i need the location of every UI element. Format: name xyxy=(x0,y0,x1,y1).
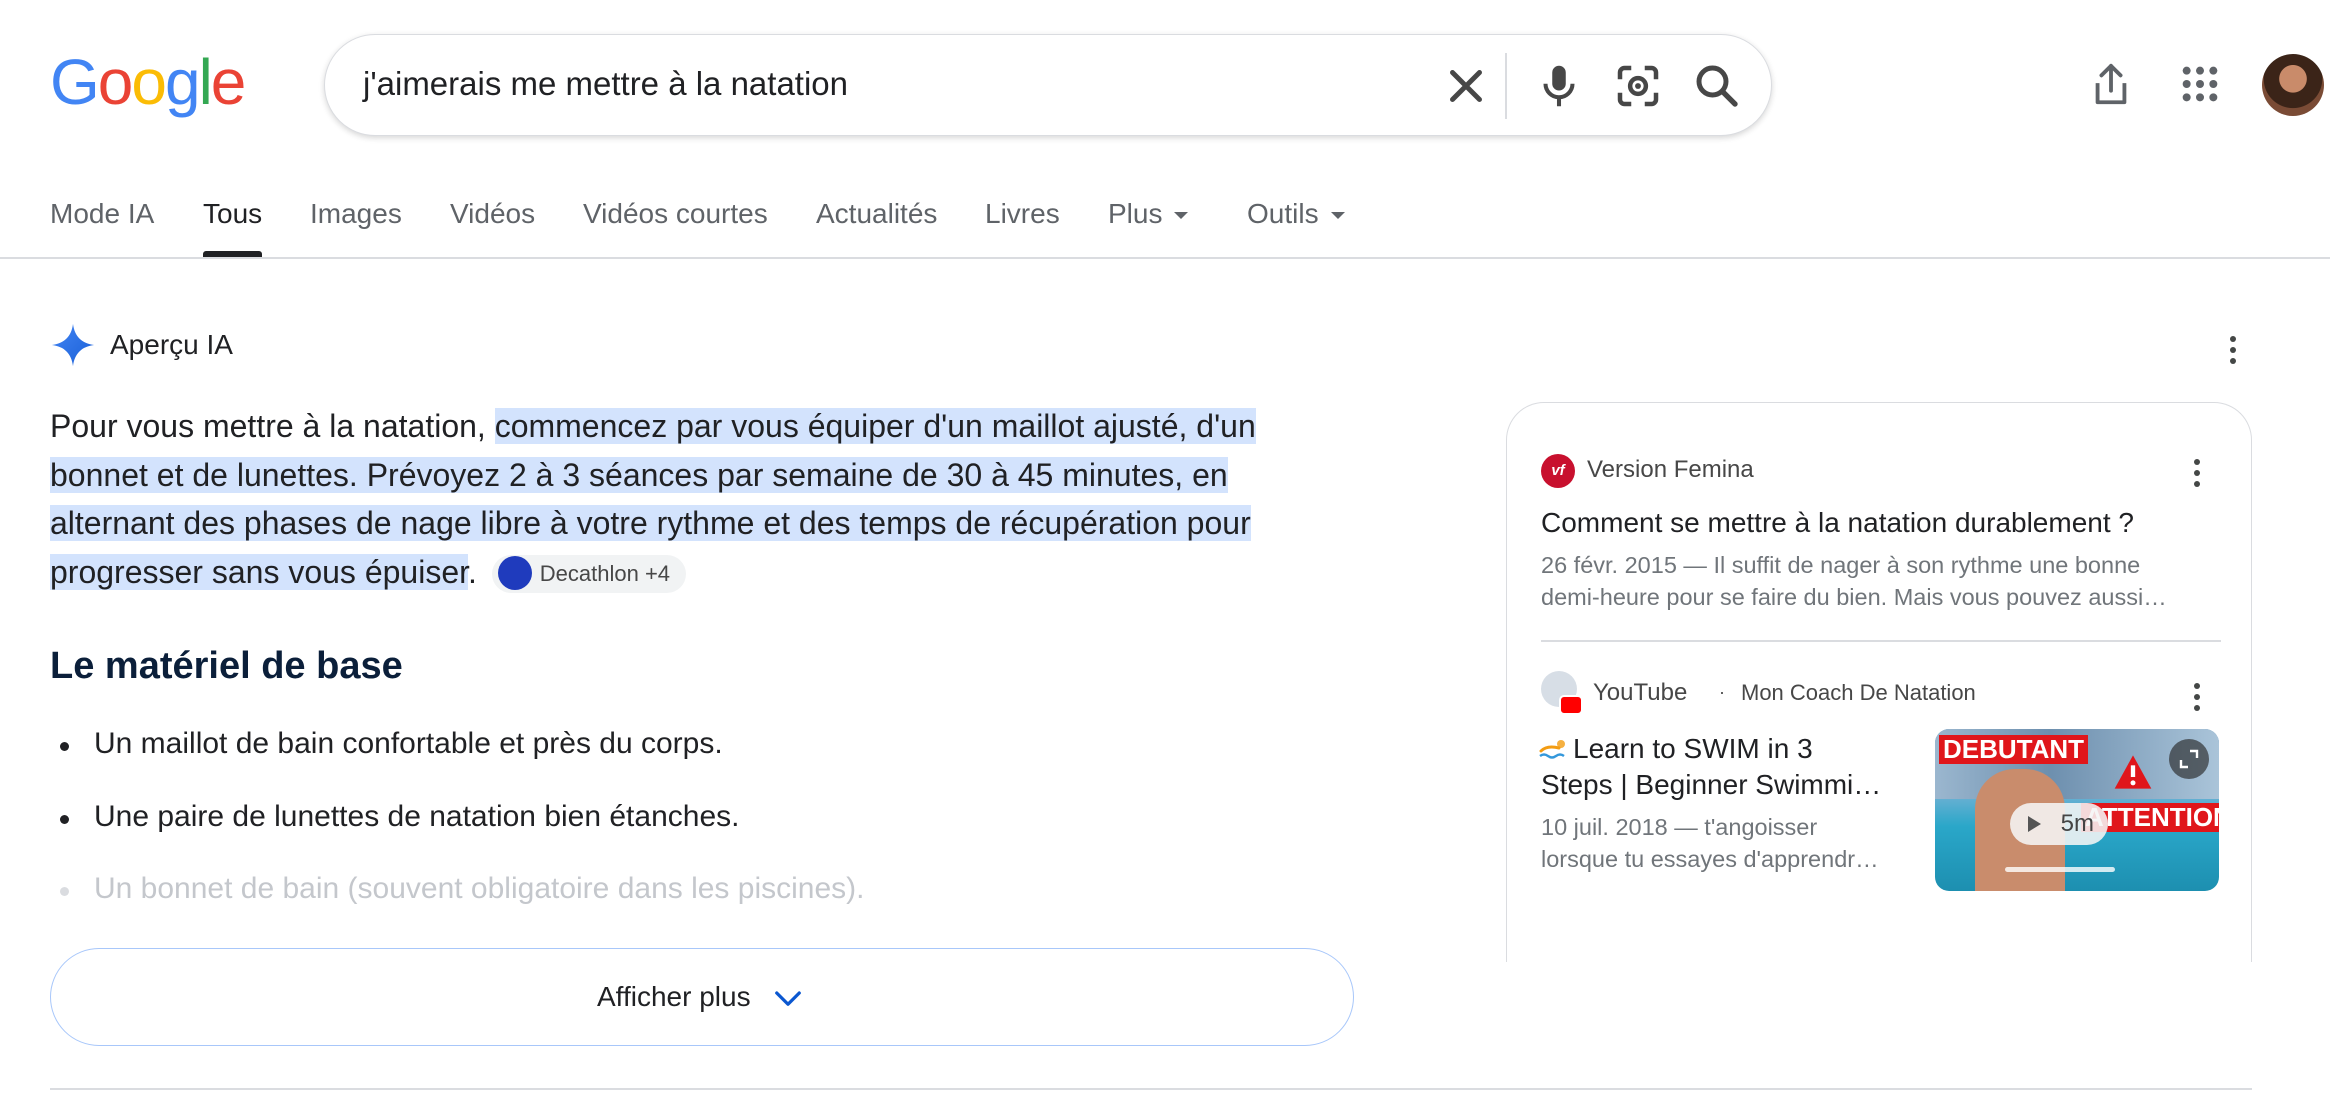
intro-plain: Pour vous mettre à la natation, xyxy=(50,408,495,444)
intro-highlight: commencez par vous équiper d'un maillot … xyxy=(494,408,1256,444)
play-icon xyxy=(2028,816,2041,832)
tab-actualites[interactable]: Actualités xyxy=(816,198,937,230)
source-site-name[interactable]: Version Femina xyxy=(1587,456,1754,484)
chevron-down-icon xyxy=(775,991,801,1006)
list-item: Un bonnet de bain (souvent obligatoire d… xyxy=(59,872,865,905)
intro-end: . xyxy=(468,553,477,590)
ai-overview-text: Pour vous mettre à la natation, commence… xyxy=(50,402,1340,596)
search-box[interactable]: j'aimerais me mettre à la natation xyxy=(324,34,1772,136)
warning-icon xyxy=(2114,755,2152,789)
tabs-divider xyxy=(0,257,2330,259)
source-snippet: 26 févr. 2015 — Il suffit de nager à son… xyxy=(1541,552,2141,578)
avatar[interactable] xyxy=(2262,54,2324,116)
tab-videos[interactable]: Vidéos xyxy=(450,198,535,230)
tab-livres[interactable]: Livres xyxy=(985,198,1060,230)
chevron-down-icon xyxy=(1330,212,1345,220)
expand-icon[interactable] xyxy=(2169,739,2209,779)
separator-dot: · xyxy=(1719,682,1725,702)
more-options-icon[interactable] xyxy=(2230,336,2236,369)
tab-plus[interactable]: Plus xyxy=(1108,198,1189,230)
decathlon-icon xyxy=(497,555,532,590)
intro-highlight: progresser sans vous épuiser xyxy=(50,553,468,590)
search-icon[interactable] xyxy=(1690,59,1744,113)
video-title-line[interactable]: Learn to SWIM in 3 xyxy=(1573,733,1813,765)
sparkle-icon xyxy=(51,323,95,367)
source-channel-name[interactable]: Mon Coach De Natation xyxy=(1741,680,1976,706)
sources-panel: vf Version Femina Comment se mettre à la… xyxy=(1506,402,2252,962)
search-input[interactable]: j'aimerais me mettre à la natation xyxy=(363,65,848,103)
intro-highlight: alternant des phases de nage libre à vot… xyxy=(50,505,1251,541)
video-thumbnail[interactable]: DEBUTANT ATTENTION 5m xyxy=(1935,729,2219,891)
duration-label: 5m xyxy=(2060,810,2094,837)
show-more-button[interactable]: Afficher plus xyxy=(50,948,1354,1046)
microphone-icon[interactable] xyxy=(1532,59,1586,113)
tab-outils-label: Outils xyxy=(1247,198,1319,229)
source-title[interactable]: Comment se mettre à la natation durablem… xyxy=(1541,507,2134,539)
progress-bar xyxy=(2005,867,2115,872)
thumbnail-label-top: DEBUTANT xyxy=(1939,735,2089,764)
swimmer-emoji-icon xyxy=(1539,740,1565,759)
source-snippet: demi-heure pour se faire du bien. Mais v… xyxy=(1541,584,2167,610)
lens-icon[interactable] xyxy=(1611,59,1665,113)
channel-avatar xyxy=(1541,671,1583,715)
more-options-icon[interactable] xyxy=(2194,459,2200,492)
section-divider xyxy=(50,1088,2252,1090)
tab-images[interactable]: Images xyxy=(310,198,402,230)
citation-chip-label: Decathlon +4 xyxy=(539,560,671,586)
source-snippet: lorsque tu essayes d'apprendr… xyxy=(1541,846,1879,872)
source-divider xyxy=(1541,640,2221,642)
citation-chip[interactable]: Decathlon +4 xyxy=(491,554,687,593)
intro-highlight: bonnet et de lunettes. Prévoyez 2 à 3 sé… xyxy=(50,456,1228,493)
share-icon[interactable] xyxy=(2088,60,2134,110)
section-heading: Le matériel de base xyxy=(50,645,403,687)
close-icon[interactable] xyxy=(1439,59,1493,113)
version-femina-icon: vf xyxy=(1541,454,1575,488)
list-item: Une paire de lunettes de natation bien é… xyxy=(59,800,740,833)
source-snippet: 10 juil. 2018 — t'angoisser xyxy=(1541,814,1818,840)
source-site-name[interactable]: YouTube xyxy=(1593,679,1687,707)
video-title-line[interactable]: Steps | Beginner Swimmi… xyxy=(1541,769,1881,801)
tab-videos-courtes[interactable]: Vidéos courtes xyxy=(583,198,768,230)
tab-tous[interactable]: Tous xyxy=(203,198,262,230)
show-more-label: Afficher plus xyxy=(597,981,751,1012)
card-fade xyxy=(1507,902,2251,962)
search-divider xyxy=(1505,53,1507,119)
list-item: Un maillot de bain confortable et près d… xyxy=(60,727,723,760)
apps-grid-icon[interactable] xyxy=(2180,64,2220,104)
tab-outils[interactable]: Outils xyxy=(1247,198,1345,230)
tab-plus-label: Plus xyxy=(1108,198,1163,229)
more-options-icon[interactable] xyxy=(2194,683,2200,716)
ai-overview-title: Aperçu IA xyxy=(110,329,233,360)
video-duration: 5m xyxy=(2010,803,2108,845)
google-logo[interactable]: Google xyxy=(50,50,246,114)
tab-mode-ia[interactable]: Mode IA xyxy=(50,198,154,230)
chevron-down-icon xyxy=(1174,212,1189,220)
youtube-icon xyxy=(1559,695,1583,715)
